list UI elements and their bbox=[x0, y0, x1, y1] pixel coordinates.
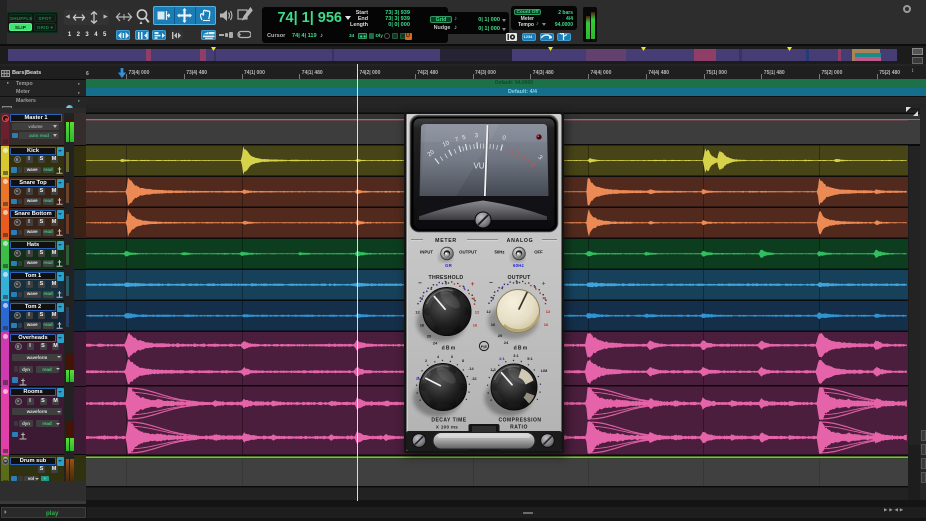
svg-text:−: − bbox=[489, 280, 493, 287]
svg-text:6: 6 bbox=[451, 355, 453, 359]
svg-text:16: 16 bbox=[473, 323, 478, 328]
svg-text:24: 24 bbox=[504, 340, 509, 345]
svg-text:RATIO: RATIO bbox=[510, 425, 528, 431]
svg-text:60Hz: 60Hz bbox=[513, 263, 525, 268]
svg-text:dBm: dBm bbox=[514, 346, 529, 352]
svg-text:VU: VU bbox=[473, 162, 484, 171]
svg-text:.14: .14 bbox=[468, 367, 474, 371]
svg-text:5:1: 5:1 bbox=[527, 357, 533, 361]
svg-text:P|E: P|E bbox=[481, 344, 488, 349]
svg-text:OFF: OFF bbox=[534, 250, 543, 255]
svg-text:DECAY TIME: DECAY TIME bbox=[431, 418, 466, 424]
svg-text:METER: METER bbox=[435, 238, 457, 244]
svg-text:+: + bbox=[542, 281, 546, 288]
svg-text:dBm: dBm bbox=[442, 346, 457, 352]
svg-text:2:1: 2:1 bbox=[499, 357, 505, 361]
svg-text:16: 16 bbox=[544, 322, 549, 327]
svg-text:COMPRESSION: COMPRESSION bbox=[498, 418, 541, 424]
svg-text:OUTPUT: OUTPUT bbox=[459, 250, 477, 255]
svg-text:GR: GR bbox=[445, 263, 453, 268]
svg-text:+: + bbox=[471, 281, 475, 288]
svg-text:50Hz: 50Hz bbox=[494, 250, 504, 255]
svg-text:8: 8 bbox=[462, 359, 464, 363]
svg-text:12: 12 bbox=[546, 309, 551, 314]
svg-text:X 100 ms: X 100 ms bbox=[436, 425, 458, 430]
svg-text:LIM: LIM bbox=[541, 369, 548, 373]
svg-text:12: 12 bbox=[475, 310, 480, 315]
svg-text:−: − bbox=[418, 280, 422, 287]
svg-text:.32: .32 bbox=[471, 377, 476, 381]
svg-text:3:1: 3:1 bbox=[513, 354, 519, 358]
svg-text:INPUT: INPUT bbox=[420, 250, 433, 255]
svg-text:OUTPUT: OUTPUT bbox=[507, 275, 531, 281]
svg-text:1.3: 1.3 bbox=[490, 368, 495, 372]
svg-text:ANALOG: ANALOG bbox=[507, 238, 534, 244]
svg-text:2: 2 bbox=[425, 359, 427, 363]
